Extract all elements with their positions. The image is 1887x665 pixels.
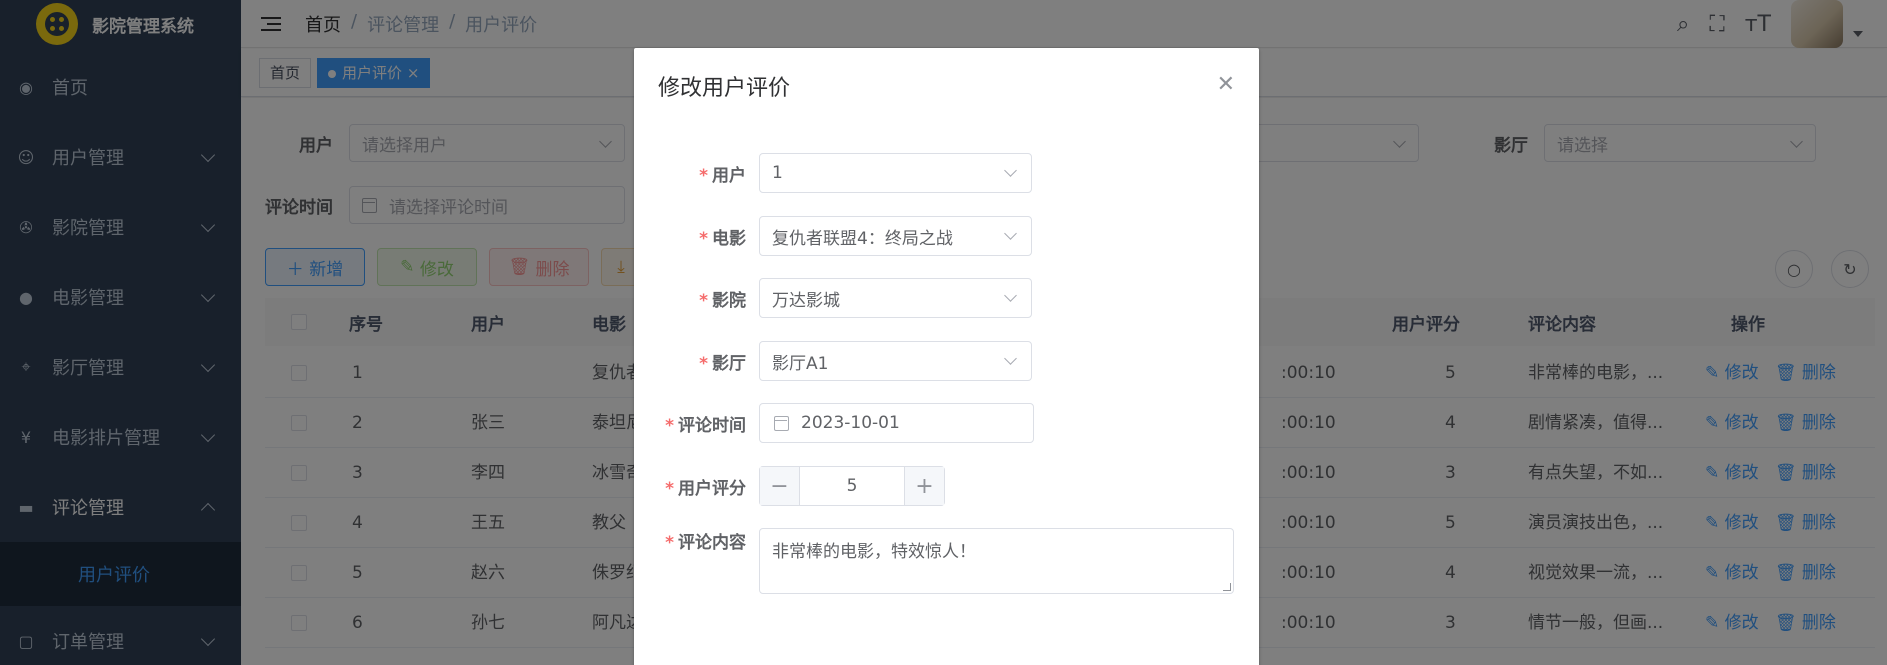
calendar-icon [774,415,789,431]
user-select[interactable]: 1 [759,153,1032,193]
comment-time-value: 2023-10-01 [801,413,900,433]
chevron-down-icon [1004,227,1017,240]
form-row-cinema: * 影院 万达影城 [634,278,1259,318]
movie-select[interactable]: 复仇者联盟4：终局之战 [759,216,1032,256]
chevron-down-icon [1004,289,1017,302]
hall-select-value: 影厅A1 [772,353,829,374]
chevron-down-icon [1004,352,1017,365]
comment-time-picker[interactable]: 2023-10-01 [759,403,1034,443]
form-label: * 评论内容 [665,533,746,553]
cinema-select[interactable]: 万达影城 [759,278,1032,318]
form-label: * 影院 [699,290,746,311]
close-icon[interactable]: ✕ [1217,72,1235,97]
form-label: * 影厅 [699,353,746,374]
comment-content-textarea[interactable]: 非常棒的电影，特效惊人！ [759,528,1234,594]
comment-content-value: 非常棒的电影，特效惊人！ [772,542,976,562]
resize-handle-icon[interactable] [1223,583,1231,591]
decrease-button[interactable]: − [760,467,800,505]
score-stepper: − 5 + [759,466,945,506]
form-label: * 用户 [699,165,746,186]
user-select-value: 1 [772,163,783,183]
form-label: * 电影 [699,228,746,249]
cinema-select-value: 万达影城 [772,290,840,311]
form-row-movie: * 电影 复仇者联盟4：终局之战 [634,216,1259,256]
chevron-down-icon [1004,164,1017,177]
dialog-title: 修改用户评价 [658,76,791,101]
form-row-score: * 用户评分 − 5 + [634,466,1259,506]
score-input[interactable]: 5 [800,476,904,496]
form-row-hall: * 影厅 影厅A1 [634,341,1259,381]
form-row-time: * 评论时间 2023-10-01 [634,403,1259,443]
movie-select-value: 复仇者联盟4：终局之战 [772,228,953,249]
hall-select[interactable]: 影厅A1 [759,341,1032,381]
increase-button[interactable]: + [904,467,944,505]
edit-review-dialog: 修改用户评价 ✕ * 用户 1 * 电影 复仇者联盟4：终局之战 * 影院 万达影城 … [634,48,1259,665]
form-label: * 用户评分 [665,478,746,499]
form-row-user: * 用户 1 [634,153,1259,193]
form-label: * 评论时间 [665,415,746,436]
